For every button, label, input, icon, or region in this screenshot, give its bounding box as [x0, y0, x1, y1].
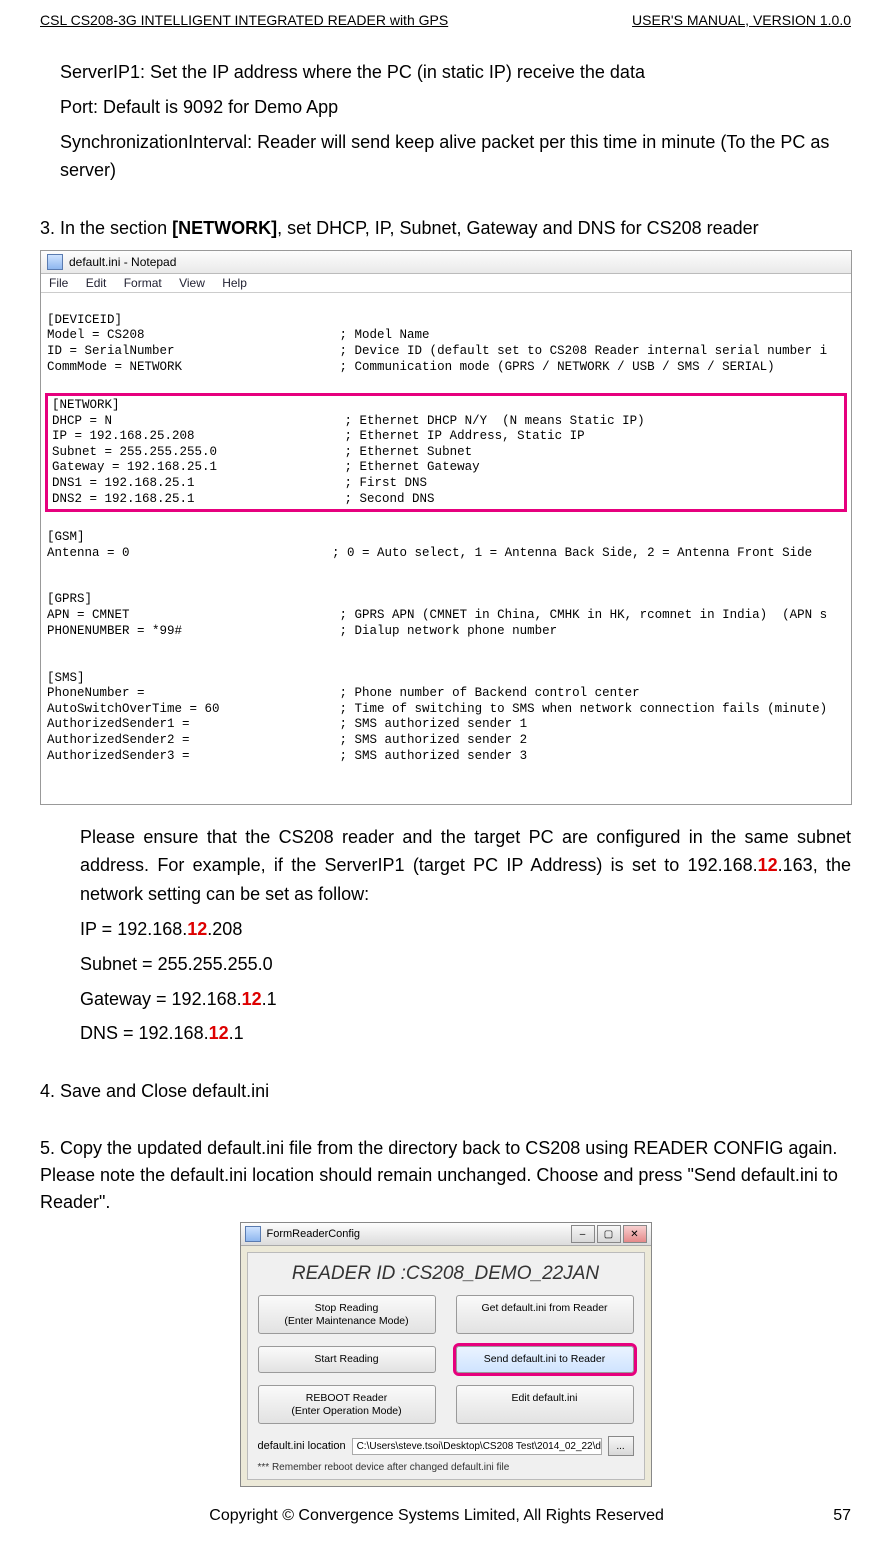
explain-gateway: Gateway = 192.168.12.1	[80, 985, 851, 1014]
browse-button[interactable]: ...	[608, 1436, 634, 1456]
reader-config-dialog: FormReaderConfig – ▢ ✕ READER ID :CS208_…	[240, 1222, 652, 1487]
menu-view[interactable]: View	[179, 276, 205, 290]
step-3: 3. In the section [NETWORK], set DHCP, I…	[40, 215, 851, 242]
send-default-ini-button[interactable]: Send default.ini to Reader	[456, 1346, 634, 1373]
dialog-title: FormReaderConfig	[267, 1228, 361, 1240]
explain-gw-red: 12	[242, 989, 262, 1009]
close-button[interactable]: ✕	[623, 1225, 647, 1243]
maximize-button[interactable]: ▢	[597, 1225, 621, 1243]
location-input[interactable]: C:\Users\steve.tsoi\Desktop\CS208 Test\2…	[352, 1438, 602, 1455]
notepad-window: default.ini - Notepad File Edit Format V…	[40, 250, 852, 804]
header-left: CSL CS208-3G INTELLIGENT INTEGRATED READ…	[40, 12, 448, 28]
def-serverip1: ServerIP1: Set the IP address where the …	[60, 58, 851, 87]
page-footer: Copyright © Convergence Systems Limited,…	[40, 1507, 851, 1525]
header-right: USER'S MANUAL, VERSION 1.0.0	[632, 12, 851, 28]
reader-id-label: READER ID :CS208_DEMO_22JAN	[258, 1263, 634, 1285]
explain-ip-pre: IP = 192.168.	[80, 919, 187, 939]
menu-edit[interactable]: Edit	[86, 276, 107, 290]
reboot-reader-button[interactable]: REBOOT Reader (Enter Operation Mode)	[258, 1385, 436, 1424]
def-sync: SynchronizationInterval: Reader will sen…	[60, 128, 851, 186]
ini-gsm: [GSM] Antenna = 0 ; 0 = Auto select, 1 =…	[47, 530, 845, 561]
dialog-titlebar: FormReaderConfig – ▢ ✕	[241, 1223, 651, 1246]
explain-p1-red: 12	[758, 855, 778, 875]
menu-file[interactable]: File	[49, 276, 68, 290]
step-4: 4. Save and Close default.ini	[40, 1078, 851, 1105]
notepad-title-text: default.ini - Notepad	[69, 255, 176, 269]
step3-pre: 3. In the section	[40, 218, 172, 238]
ini-deviceid: [DEVICEID] Model = CS208 ; Model Name ID…	[47, 313, 845, 376]
minimize-button[interactable]: –	[571, 1225, 595, 1243]
explain-subnet: Subnet = 255.255.255.0	[80, 950, 851, 979]
get-default-ini-button[interactable]: Get default.ini from Reader	[456, 1295, 634, 1334]
start-reading-button[interactable]: Start Reading	[258, 1346, 436, 1373]
footer-pagenum: 57	[833, 1507, 851, 1525]
explain-dns-red: 12	[209, 1023, 229, 1043]
def-port: Port: Default is 9092 for Demo App	[60, 93, 851, 122]
ini-gprs: [GPRS] APN = CMNET ; GPRS APN (CMNET in …	[47, 592, 845, 639]
explain-gw-post: .1	[262, 989, 277, 1009]
explain-dns: DNS = 192.168.12.1	[80, 1019, 851, 1048]
notepad-menubar[interactable]: File Edit Format View Help	[41, 274, 851, 293]
page-header: CSL CS208-3G INTELLIGENT INTEGRATED READ…	[40, 12, 851, 28]
ini-network-highlight: [NETWORK] DHCP = N ; Ethernet DHCP N/Y (…	[45, 393, 847, 512]
notepad-icon	[47, 254, 63, 270]
explain-dns-pre: DNS = 192.168.	[80, 1023, 209, 1043]
explain-p1: Please ensure that the CS208 reader and …	[80, 823, 851, 909]
ini-sms: [SMS] PhoneNumber = ; Phone number of Ba…	[47, 671, 845, 765]
explain-ip: IP = 192.168.12.208	[80, 915, 851, 944]
step3-bold: [NETWORK]	[172, 218, 277, 238]
explain-ip-red: 12	[187, 919, 207, 939]
step3-post: , set DHCP, IP, Subnet, Gateway and DNS …	[277, 218, 759, 238]
notepad-content: [DEVICEID] Model = CS208 ; Model Name ID…	[41, 293, 851, 803]
dialog-icon	[245, 1226, 261, 1242]
notepad-titlebar: default.ini - Notepad	[41, 251, 851, 274]
menu-help[interactable]: Help	[222, 276, 247, 290]
edit-default-ini-button[interactable]: Edit default.ini	[456, 1385, 634, 1424]
explain-dns-post: .1	[229, 1023, 244, 1043]
remember-note: *** Remember reboot device after changed…	[258, 1462, 634, 1473]
stop-reading-button[interactable]: Stop Reading (Enter Maintenance Mode)	[258, 1295, 436, 1334]
explain-ip-post: .208	[207, 919, 242, 939]
location-label: default.ini location	[258, 1440, 346, 1452]
explain-p1-pre: Please ensure that the CS208 reader and …	[80, 827, 851, 876]
footer-copyright: Copyright © Convergence Systems Limited,…	[209, 1507, 664, 1525]
menu-format[interactable]: Format	[124, 276, 162, 290]
step-5: 5. Copy the updated default.ini file fro…	[40, 1135, 851, 1216]
explain-gw-pre: Gateway = 192.168.	[80, 989, 242, 1009]
